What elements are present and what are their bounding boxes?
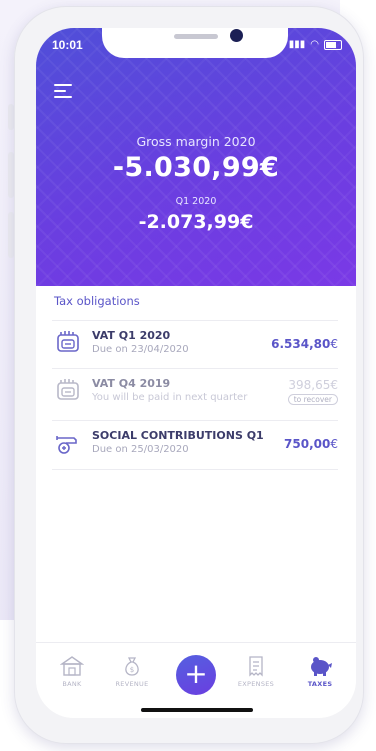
item-amount: 398,65€ <box>288 378 338 392</box>
nav-label: TAXES <box>307 680 333 688</box>
vat-icon <box>57 379 79 400</box>
home-indicator <box>141 708 253 712</box>
speaker <box>174 34 218 39</box>
item-title: SOCIAL CONTRIBUTIONS Q1 <box>92 429 264 442</box>
app-screen: 10:01 ▮▮▮ ◠ Gross margin 2020 -5.030,99€… <box>36 28 356 718</box>
battery-icon <box>324 39 342 50</box>
item-subtitle: Due on 25/03/2020 <box>92 444 189 455</box>
obligation-item-vat-q1[interactable]: VAT Q1 2020 Due on 23/04/2020 6.534,80€ <box>52 320 338 367</box>
wifi-icon: ◠ <box>310 39 319 50</box>
section-title: Tax obligations <box>54 294 140 308</box>
quarter-value: -2.073,99€ <box>138 211 254 233</box>
status-time: 10:01 <box>52 38 83 52</box>
quarter-label: Q1 2020 <box>175 196 217 207</box>
gross-margin-value: -5.030,99€ <box>112 152 280 183</box>
money-bag-icon: $ <box>125 657 139 676</box>
camera <box>230 29 243 42</box>
item-subtitle: Due on 23/04/2020 <box>92 344 189 355</box>
nav-taxes[interactable]: TAXES <box>292 655 348 688</box>
social-contributions-icon <box>56 436 77 454</box>
nav-label: EXPENSES <box>237 680 275 688</box>
to-recover-badge: to recover <box>287 394 338 405</box>
receipt-icon <box>249 656 263 677</box>
item-amount: 6.534,80€ <box>271 337 338 351</box>
signal-icon: ▮▮▮ <box>288 39 306 50</box>
list-divider <box>52 469 338 470</box>
item-subtitle: You will be paid in next quarter <box>92 392 248 403</box>
obligation-item-social-contributions[interactable]: SOCIAL CONTRIBUTIONS Q1 Due on 25/03/202… <box>52 420 338 467</box>
nav-expenses[interactable]: EXPENSES <box>228 655 284 688</box>
menu-icon[interactable] <box>54 84 74 100</box>
item-amount: 750,00€ <box>284 437 338 451</box>
nav-label: REVENUE <box>115 680 149 688</box>
svg-text:$: $ <box>130 666 134 674</box>
bank-icon <box>60 656 84 676</box>
bottom-nav: BANK $ REVENUE + EXPENSES TAXES <box>36 642 356 718</box>
piggy-icon <box>311 657 332 676</box>
summary-header: 10:01 ▮▮▮ ◠ Gross margin 2020 -5.030,99€… <box>36 28 356 286</box>
item-title: VAT Q1 2020 <box>92 329 171 342</box>
nav-bank[interactable]: BANK <box>44 655 100 688</box>
nav-revenue[interactable]: $ REVENUE <box>104 655 160 688</box>
add-button[interactable]: + <box>176 655 216 695</box>
item-title: VAT Q4 2019 <box>92 377 171 390</box>
nav-label: BANK <box>62 680 82 688</box>
vat-icon <box>57 331 79 352</box>
status-indicators: ▮▮▮ ◠ <box>289 39 342 50</box>
obligation-item-vat-q4[interactable]: VAT Q4 2019 You will be paid in next qua… <box>52 368 338 415</box>
notch <box>102 28 288 58</box>
gross-margin-label: Gross margin 2020 <box>136 134 256 149</box>
